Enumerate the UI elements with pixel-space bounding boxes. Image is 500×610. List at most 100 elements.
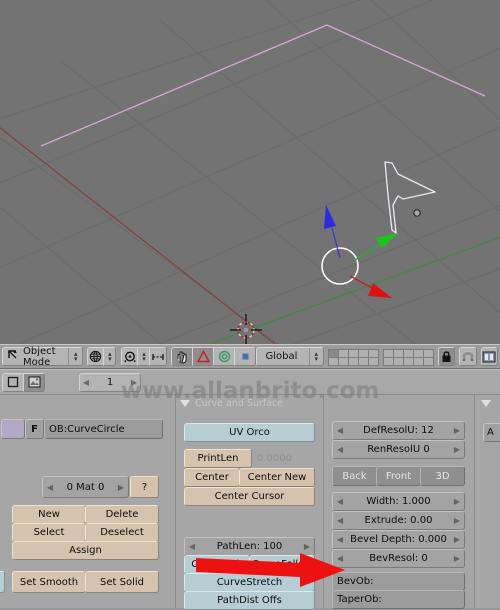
pathlen-slider[interactable]: ◀ PathLen: 100 ▶ <box>184 537 315 556</box>
bevel-depth-next-icon[interactable]: ▶ <box>450 535 464 544</box>
width-next-icon[interactable]: ▶ <box>450 497 464 506</box>
extrude-next-icon[interactable]: ▶ <box>450 516 464 525</box>
orientation-chevrons-icon[interactable]: ▴ ▾ <box>308 348 323 365</box>
curve-and-surface-header[interactable]: Curve and Surface <box>176 395 323 411</box>
shading-solid-icon[interactable] <box>87 347 105 366</box>
bevob-field[interactable]: BevOb: <box>332 572 465 591</box>
bevresol-label: BevResol: 0 <box>369 553 428 564</box>
extrude-prev-icon[interactable]: ◀ <box>333 516 347 525</box>
bevel-depth-slider[interactable]: ◀ Bevel Depth: 0.000 ▶ <box>332 530 465 549</box>
width-prev-icon[interactable]: ◀ <box>333 497 347 506</box>
renresolu-next-icon[interactable]: ▶ <box>450 445 464 454</box>
width-slider[interactable]: ◀ Width: 1.000 ▶ <box>332 492 465 511</box>
image-browser-icon[interactable] <box>23 372 45 392</box>
collapse-triangle-icon[interactable] <box>481 399 491 407</box>
pathdist-offs-toggle[interactable]: PathDist Offs <box>184 591 315 610</box>
material-select-button[interactable]: Select <box>12 523 86 542</box>
shading-chevrons-icon[interactable]: ▴ ▾ <box>103 347 117 366</box>
material-assign-button[interactable]: Assign <box>12 541 159 560</box>
lock-icon[interactable] <box>437 347 456 366</box>
bevresol-next-icon[interactable]: ▶ <box>450 554 464 563</box>
material-help-label: ? <box>141 481 148 493</box>
frame-next-icon[interactable]: ▶ <box>128 378 140 387</box>
renresolu-prev-icon[interactable]: ◀ <box>333 445 347 454</box>
panel-link-and-materials: F OB:CurveCircle ◀ 0 Mat 0 ▶ ? New Delet… <box>0 395 175 608</box>
renresolu-label: RenResolU 0 <box>367 444 430 455</box>
defresolu-next-icon[interactable]: ▶ <box>450 426 464 435</box>
defresolu-prev-icon[interactable]: ◀ <box>333 426 347 435</box>
material-delete-button[interactable]: Delete <box>85 505 159 524</box>
taperob-field[interactable]: TaperOb: <box>332 590 465 609</box>
material-new-button[interactable]: New <box>12 505 86 524</box>
orientation-select[interactable]: Global ▴ ▾ <box>256 347 324 366</box>
back-toggle[interactable]: Back <box>332 466 377 486</box>
object-origin-dot[interactable] <box>413 209 421 217</box>
curvefollow-toggle[interactable]: CurveFollow <box>249 555 315 574</box>
printlen-value: 0.0000 <box>254 449 315 468</box>
viewport-header: Object Mode ▴ ▾ ▴ ▾ ▴ ▾ Global ▴ ▾ <box>0 344 500 369</box>
render-window-icon[interactable] <box>480 347 498 366</box>
material-new-label: New <box>38 509 60 520</box>
panel-tab-handle[interactable] <box>0 571 5 593</box>
material-assign-label: Assign <box>69 545 102 556</box>
printlen-button[interactable]: PrintLen <box>184 449 252 468</box>
buttons-window-icon[interactable] <box>2 372 24 392</box>
frame-value: 1 <box>106 376 114 388</box>
fake-user-toggle[interactable]: F <box>25 419 44 439</box>
curvestretch-label: CurveStretch <box>216 577 283 588</box>
mode-chevrons-icon[interactable]: ▴ ▾ <box>68 348 82 365</box>
defresolu-slider[interactable]: ◀ DefResolU: 12 ▶ <box>332 421 465 440</box>
uv-orco-button[interactable]: UV Orco <box>184 423 315 442</box>
front-toggle[interactable]: Front <box>376 466 421 486</box>
printlen-label: PrintLen <box>197 453 239 464</box>
manipulator-rotate-icon[interactable] <box>192 347 215 366</box>
center-new-button[interactable]: Center New <box>239 468 315 487</box>
3d-viewport[interactable] <box>0 0 500 344</box>
pathlen-prev-icon[interactable]: ◀ <box>185 542 199 551</box>
collapse-triangle-icon[interactable] <box>180 399 190 407</box>
center-cursor-label: Center Cursor <box>214 491 285 502</box>
frame-number-field[interactable]: ◀ 1 ▶ <box>79 372 141 392</box>
curvestretch-toggle[interactable]: CurveStretch <box>184 573 315 592</box>
object-name-field[interactable]: OB:CurveCircle <box>44 419 163 439</box>
magnet-icon[interactable] <box>459 347 477 366</box>
frame-prev-icon[interactable]: ◀ <box>80 378 92 387</box>
pivot-median-icon[interactable] <box>121 347 139 366</box>
center-cursor-button[interactable]: Center Cursor <box>184 487 315 506</box>
curvefollow-label: CurveFollow <box>251 559 313 570</box>
mat-prev-icon[interactable]: ◀ <box>43 483 57 492</box>
material-deselect-label: Deselect <box>100 527 144 538</box>
printlen-value-text: 0.0000 <box>257 453 292 464</box>
manipulator-square-icon[interactable] <box>234 347 257 366</box>
panel-curve-and-surface: Curve and Surface UV Orco PrintLen 0.000… <box>176 395 323 610</box>
layer-selector[interactable] <box>327 348 434 366</box>
snap-icon[interactable] <box>149 347 167 366</box>
buttons-window-header: ◀ 1 ▶ <box>0 369 500 395</box>
layer-cell[interactable] <box>422 356 434 366</box>
extrude-slider[interactable]: ◀ Extrude: 0.00 ▶ <box>332 511 465 530</box>
pathlen-next-icon[interactable]: ▶ <box>300 542 314 551</box>
material-help-button[interactable]: ? <box>130 476 159 498</box>
manipulator-scale-icon[interactable] <box>213 347 236 366</box>
bevresol-slider[interactable]: ◀ BevResol: 0 ▶ <box>332 549 465 568</box>
material-color-swatch[interactable] <box>1 419 25 439</box>
material-deselect-button[interactable]: Deselect <box>85 523 159 542</box>
bevel-depth-prev-icon[interactable]: ◀ <box>333 535 347 544</box>
material-delete-label: Delete <box>105 509 139 520</box>
material-index-slider[interactable]: ◀ 0 Mat 0 ▶ <box>42 476 129 498</box>
bevresol-prev-icon[interactable]: ◀ <box>333 554 347 563</box>
set-smooth-button[interactable]: Set Smooth <box>12 571 86 593</box>
set-smooth-label: Set Smooth <box>19 576 79 588</box>
mat-next-icon[interactable]: ▶ <box>114 483 128 492</box>
curvepath-toggle[interactable]: CurvePath <box>184 555 250 574</box>
set-solid-button[interactable]: Set Solid <box>85 571 159 593</box>
threed-toggle[interactable]: 3D <box>420 466 465 486</box>
right-panel-first-button[interactable]: A <box>483 423 500 442</box>
manipulator-translate-icon[interactable] <box>171 347 194 366</box>
panel-right-partial: A <box>475 395 500 608</box>
renresolu-slider[interactable]: ◀ RenResolU 0 ▶ <box>332 440 465 459</box>
right-panel-header[interactable] <box>475 395 500 411</box>
center-button[interactable]: Center <box>184 468 240 487</box>
object-name-value: OB:CurveCircle <box>49 423 125 435</box>
mode-select[interactable]: Object Mode ▴ ▾ <box>2 346 84 368</box>
